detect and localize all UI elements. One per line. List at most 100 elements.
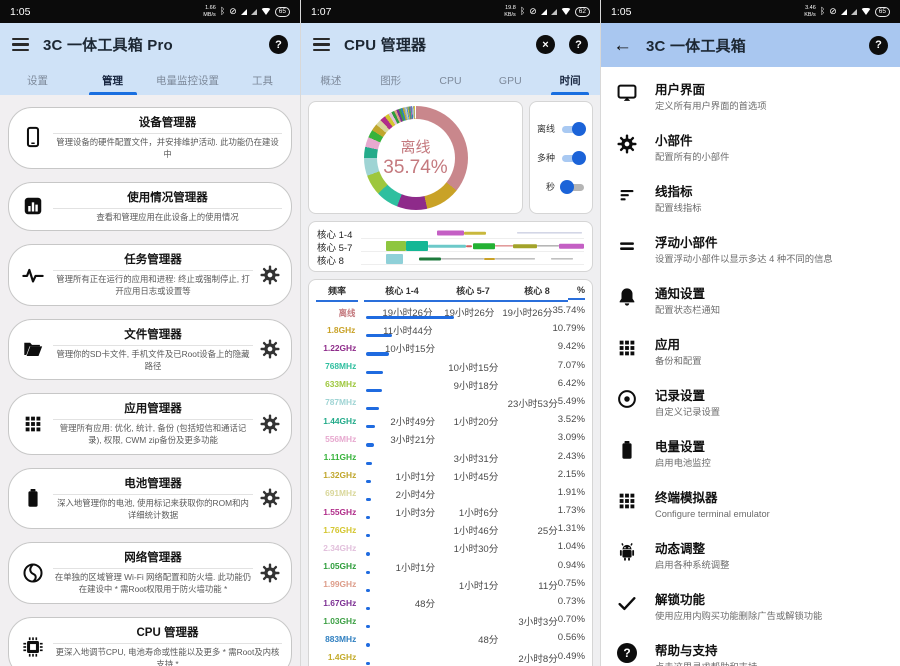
frequency-label: 1.11GHz <box>316 451 356 463</box>
toggle-switch[interactable] <box>560 122 586 135</box>
core14-time: 1小时1分 <box>362 469 435 483</box>
gear-icon[interactable] <box>258 562 282 584</box>
settings-item-title: 终端模拟器 <box>655 487 890 506</box>
settings-menu-item[interactable]: 应用备份和配置 <box>601 329 900 380</box>
table-row[interactable]: 787MHz23小时53分5.49% <box>316 394 585 412</box>
cpu-tab[interactable]: GPU <box>480 66 540 95</box>
manager-card[interactable]: 任务管理器管理所有正在运行的应用和进程: 终止或强制停止, 打开应用日志或设置等 <box>8 244 292 306</box>
chart-toggle-row: 多种 <box>536 151 586 164</box>
percent-progress-bar <box>366 589 370 592</box>
gear-icon[interactable] <box>258 264 282 286</box>
percent-progress-bar <box>366 662 370 665</box>
settings-menu-item[interactable]: 通知设置配置状态栏通知 <box>601 278 900 329</box>
cpu-tab[interactable]: 概述 <box>301 66 361 95</box>
table-row[interactable]: 1.99GHz1小时1分11分0.75% <box>316 576 585 594</box>
help-icon[interactable]: ? <box>269 35 288 54</box>
core14-time: 2小时4分 <box>362 487 435 501</box>
manager-tab[interactable]: 设置 <box>0 66 75 95</box>
close-icon[interactable]: × <box>536 35 555 54</box>
settings-menu-item[interactable]: 解锁功能使用应用内购买功能删除广告或解锁功能 <box>601 584 900 635</box>
gear-icon[interactable] <box>258 413 282 435</box>
toggle-switch[interactable] <box>560 180 586 193</box>
table-row[interactable]: 1.44GHz2小时49分1小时20分3.52% <box>316 412 585 430</box>
settings-menu-item[interactable]: 记录设置自定义记录设置 <box>601 380 900 431</box>
settings-item-description: 备份和配置 <box>655 356 890 367</box>
manager-card[interactable]: 使用情况管理器查看和管理应用在此设备上的使用情况 <box>8 182 292 232</box>
cpu-tab[interactable]: 时间 <box>540 66 600 95</box>
core57-time: 1小时1分 <box>435 578 498 592</box>
manager-card[interactable]: 设备管理器管理设备的硬件配置文件，并安排维护活动. 此功能仍在建设中 <box>8 107 292 169</box>
table-row[interactable]: 离线19小时26分19小时26分19小时26分35.74% <box>316 303 585 321</box>
settings-item-title: 线指标 <box>655 181 890 200</box>
hamburger-menu-icon[interactable] <box>12 38 29 52</box>
toggle-switch[interactable] <box>560 151 586 164</box>
percent-value: 0.56% <box>558 632 585 643</box>
settings-item-description: 使用应用内购买功能删除广告或解锁功能 <box>655 611 890 622</box>
manager-card[interactable]: 电池管理器深入地管理你的电池, 使用标记来获取你的ROM和内详细统计数据 <box>8 468 292 530</box>
core8-time: 25分 <box>498 523 557 537</box>
back-arrow-icon[interactable]: ← <box>613 36 632 55</box>
table-row[interactable]: 1.55GHz1小时3分1小时6分1.73% <box>316 503 585 521</box>
settings-item-text: 应用备份和配置 <box>655 334 890 367</box>
core-timeline-row: 核心 8 <box>317 253 584 266</box>
frequency-label: 1.99GHz <box>316 578 356 590</box>
table-row[interactable]: 1.22GHz10小时15分9.42% <box>316 339 585 357</box>
settings-menu-item[interactable]: 用户界面定义所有用户界面的首选项 <box>601 74 900 125</box>
settings-menu-item[interactable]: 电量设置启用电池监控 <box>601 431 900 482</box>
table-row[interactable]: 1.8GHz11小时44分10.79% <box>316 321 585 339</box>
table-row[interactable]: 768MHz10小时15分7.07% <box>316 358 585 376</box>
card-description: 管理设备的硬件配置文件，并安排维护活动. 此功能仍在建设中 <box>53 137 282 161</box>
table-row[interactable]: 1.67GHz48分0.73% <box>316 594 585 612</box>
table-row[interactable]: 1.4GHz2小时8分0.49% <box>316 649 585 666</box>
network-speed-indicator: 3.46 KB/s <box>804 5 816 17</box>
settings-menu-list: 用户界面定义所有用户界面的首选项小部件配置所有的小部件线指标配置线指标浮动小部件… <box>601 67 900 639</box>
screen-cpu-manager: 1:07 19.8 KB/s ᛒ ⊘ 62 CPU 管理器 × ? 概述图形CP… <box>300 0 600 666</box>
gear-icon[interactable] <box>258 338 282 360</box>
percent-progress-bar <box>366 407 379 410</box>
settings-menu-item[interactable]: 线指标配置线指标 <box>601 176 900 227</box>
cpu-tab[interactable]: CPU <box>421 66 481 95</box>
manager-card[interactable]: 网络管理器在单独的区域管理 Wi-Fi 网络配置和防火墙. 此功能仍在建设中 *… <box>8 542 292 604</box>
table-row[interactable]: 1.32GHz1小时1分1小时45分2.15% <box>316 467 585 485</box>
settings-menu-item[interactable]: 小部件配置所有的小部件 <box>601 125 900 176</box>
chip-icon <box>18 636 48 658</box>
manager-card[interactable]: 文件管理器管理你的SD卡文件, 手机文件及已Root设备上的隐藏路径 <box>8 319 292 381</box>
settings-item-title: 应用 <box>655 334 890 353</box>
card-body: 网络管理器在单独的区域管理 Wi-Fi 网络配置和防火墙. 此功能仍在建设中 *… <box>53 549 253 596</box>
core57-time: 9小时18分 <box>435 378 498 392</box>
settings-item-description: 配置线指标 <box>655 203 890 214</box>
manager-tab[interactable]: 工具 <box>225 66 300 95</box>
settings-menu-item[interactable]: 终端模拟器Configure terminal emulator <box>601 482 900 533</box>
table-row[interactable]: 1.03GHz3小时3分0.70% <box>316 612 585 630</box>
percent-value: 0.73% <box>558 596 585 607</box>
hamburger-menu-icon[interactable] <box>313 38 330 52</box>
table-row[interactable]: 1.76GHz1小时46分25分1.31% <box>316 521 585 539</box>
settings-menu-item[interactable]: 动态调整启用各种系统调整 <box>601 533 900 584</box>
display-icon <box>614 82 640 104</box>
manager-tab[interactable]: 管理 <box>75 66 150 95</box>
table-row[interactable]: 883MHz48分0.56% <box>316 630 585 648</box>
frequency-label: 1.76GHz <box>316 523 356 535</box>
manager-tab[interactable]: 电量监控设置 <box>150 66 225 95</box>
table-row[interactable]: 2.34GHz1小时30分1.04% <box>316 539 585 557</box>
percent-value: 1.91% <box>558 487 585 498</box>
settings-menu-item[interactable]: ?帮助与支持点击这里寻求帮助和支持 <box>601 635 900 666</box>
help-icon: ? <box>614 643 640 663</box>
manager-card[interactable]: 应用管理器管理所有应用: 优化, 统计, 备份 (包括短信和通话记录), 权限,… <box>8 393 292 455</box>
table-row[interactable]: 633MHz9小时18分6.42% <box>316 376 585 394</box>
settings-menu-item[interactable]: 浮动小部件设置浮动小部件以显示多达 4 种不同的信息 <box>601 227 900 278</box>
percent-value: 1.73% <box>558 505 585 516</box>
core57-time: 1小时20分 <box>435 414 498 428</box>
table-row[interactable]: 1.11GHz3小时31分2.43% <box>316 449 585 467</box>
core8-time: 23小时53分 <box>498 396 557 410</box>
table-row[interactable]: 556MHz3小时21分3.09% <box>316 430 585 448</box>
gear-icon[interactable] <box>258 487 282 509</box>
help-icon[interactable]: ? <box>569 35 588 54</box>
table-row[interactable]: 691MHz2小时4分1.91% <box>316 485 585 503</box>
cpu-tab[interactable]: 图形 <box>361 66 421 95</box>
wifi-icon <box>861 8 871 15</box>
status-icons: 19.8 KB/s ᛒ ⊘ 62 <box>504 5 590 17</box>
table-row[interactable]: 1.05GHz1小时1分0.94% <box>316 558 585 576</box>
manager-card[interactable]: CPU 管理器更深入地调节CPU, 电池寿命或性能以及更多 * 需Root及内核… <box>8 617 292 666</box>
help-icon[interactable]: ? <box>869 36 888 55</box>
